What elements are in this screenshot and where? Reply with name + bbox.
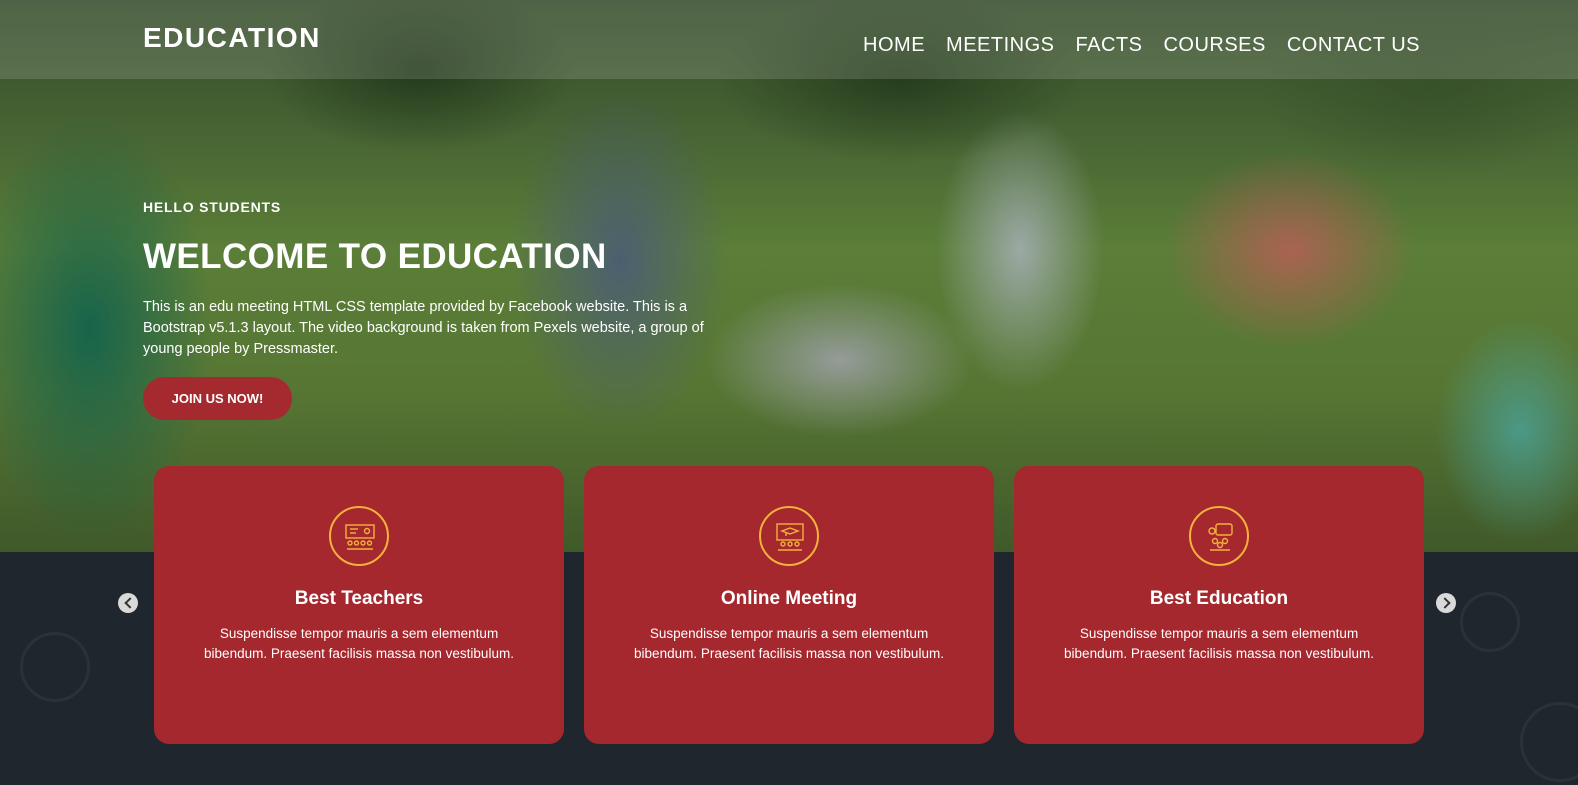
- service-card[interactable]: Online Meeting Suspendisse tempor mauris…: [584, 466, 994, 744]
- service-card-title: Best Teachers: [294, 588, 424, 609]
- service-card-title: Best Education: [1149, 588, 1289, 609]
- service-card[interactable]: Best Teachers Suspendisse tempor mauris …: [154, 466, 564, 744]
- top-navbar: EDUCATION HOME MEETINGS FACTS COURSES CO…: [0, 0, 1578, 79]
- service-card[interactable]: Best Education Suspendisse tempor mauris…: [1014, 466, 1424, 744]
- carousel-next-button[interactable]: [1436, 593, 1456, 613]
- service-card-title: Online Meeting: [720, 588, 858, 609]
- nav-facts[interactable]: FACTS: [1075, 34, 1142, 57]
- site-logo[interactable]: EDUCATION: [143, 22, 321, 54]
- hero-content: HELLO STUDENTS WELCOME TO EDUCATION This…: [143, 199, 713, 420]
- service-card-text: Suspendisse tempor mauris a sem elementu…: [204, 626, 514, 661]
- hero-title: WELCOME TO EDUCATION: [143, 237, 607, 276]
- decor-circle: [1520, 702, 1578, 782]
- teacher-icon: [329, 506, 389, 566]
- nav-meetings[interactable]: MEETINGS: [946, 34, 1054, 57]
- online-meeting-icon: [759, 506, 819, 566]
- services-carousel: Best Teachers Suspendisse tempor mauris …: [154, 466, 1430, 744]
- hero-eyebrow: HELLO STUDENTS: [143, 199, 281, 215]
- nav-courses[interactable]: COURSES: [1163, 34, 1265, 57]
- decor-circle: [1460, 592, 1520, 652]
- join-us-button[interactable]: JOIN US NOW!: [143, 377, 292, 420]
- nav-contact-us[interactable]: CONTACT US: [1287, 34, 1420, 57]
- hero-description: This is an edu meeting HTML CSS template…: [143, 299, 704, 357]
- service-card-text: Suspendisse tempor mauris a sem elementu…: [634, 626, 944, 661]
- main-nav: HOME MEETINGS FACTS COURSES CONTACT US: [863, 34, 1420, 57]
- carousel-prev-button[interactable]: [118, 593, 138, 613]
- decor-circle: [20, 632, 90, 702]
- nav-home[interactable]: HOME: [863, 34, 925, 57]
- education-icon: [1189, 506, 1249, 566]
- service-card-text: Suspendisse tempor mauris a sem elementu…: [1064, 626, 1374, 661]
